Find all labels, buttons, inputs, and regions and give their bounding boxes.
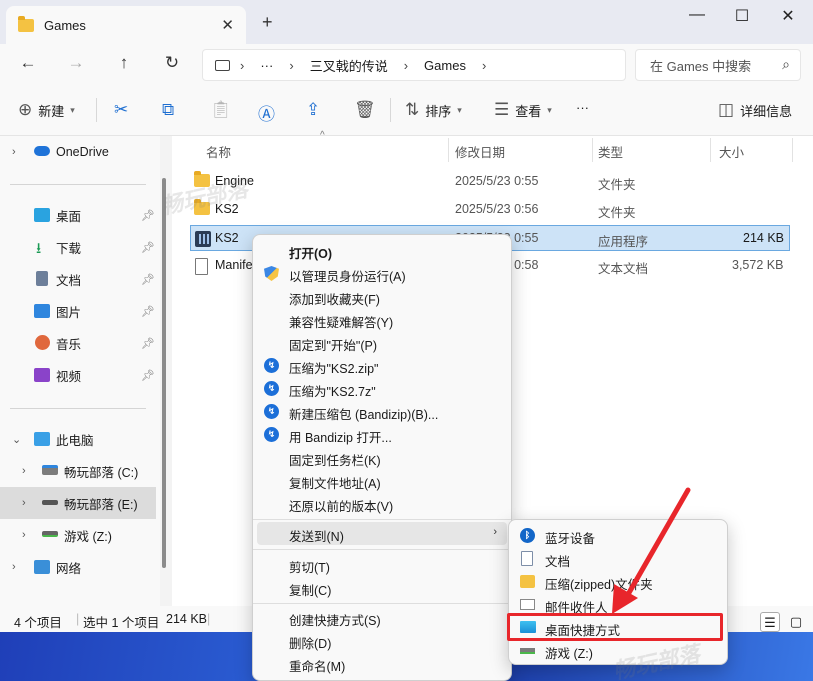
- annotation-arrow: [612, 487, 691, 614]
